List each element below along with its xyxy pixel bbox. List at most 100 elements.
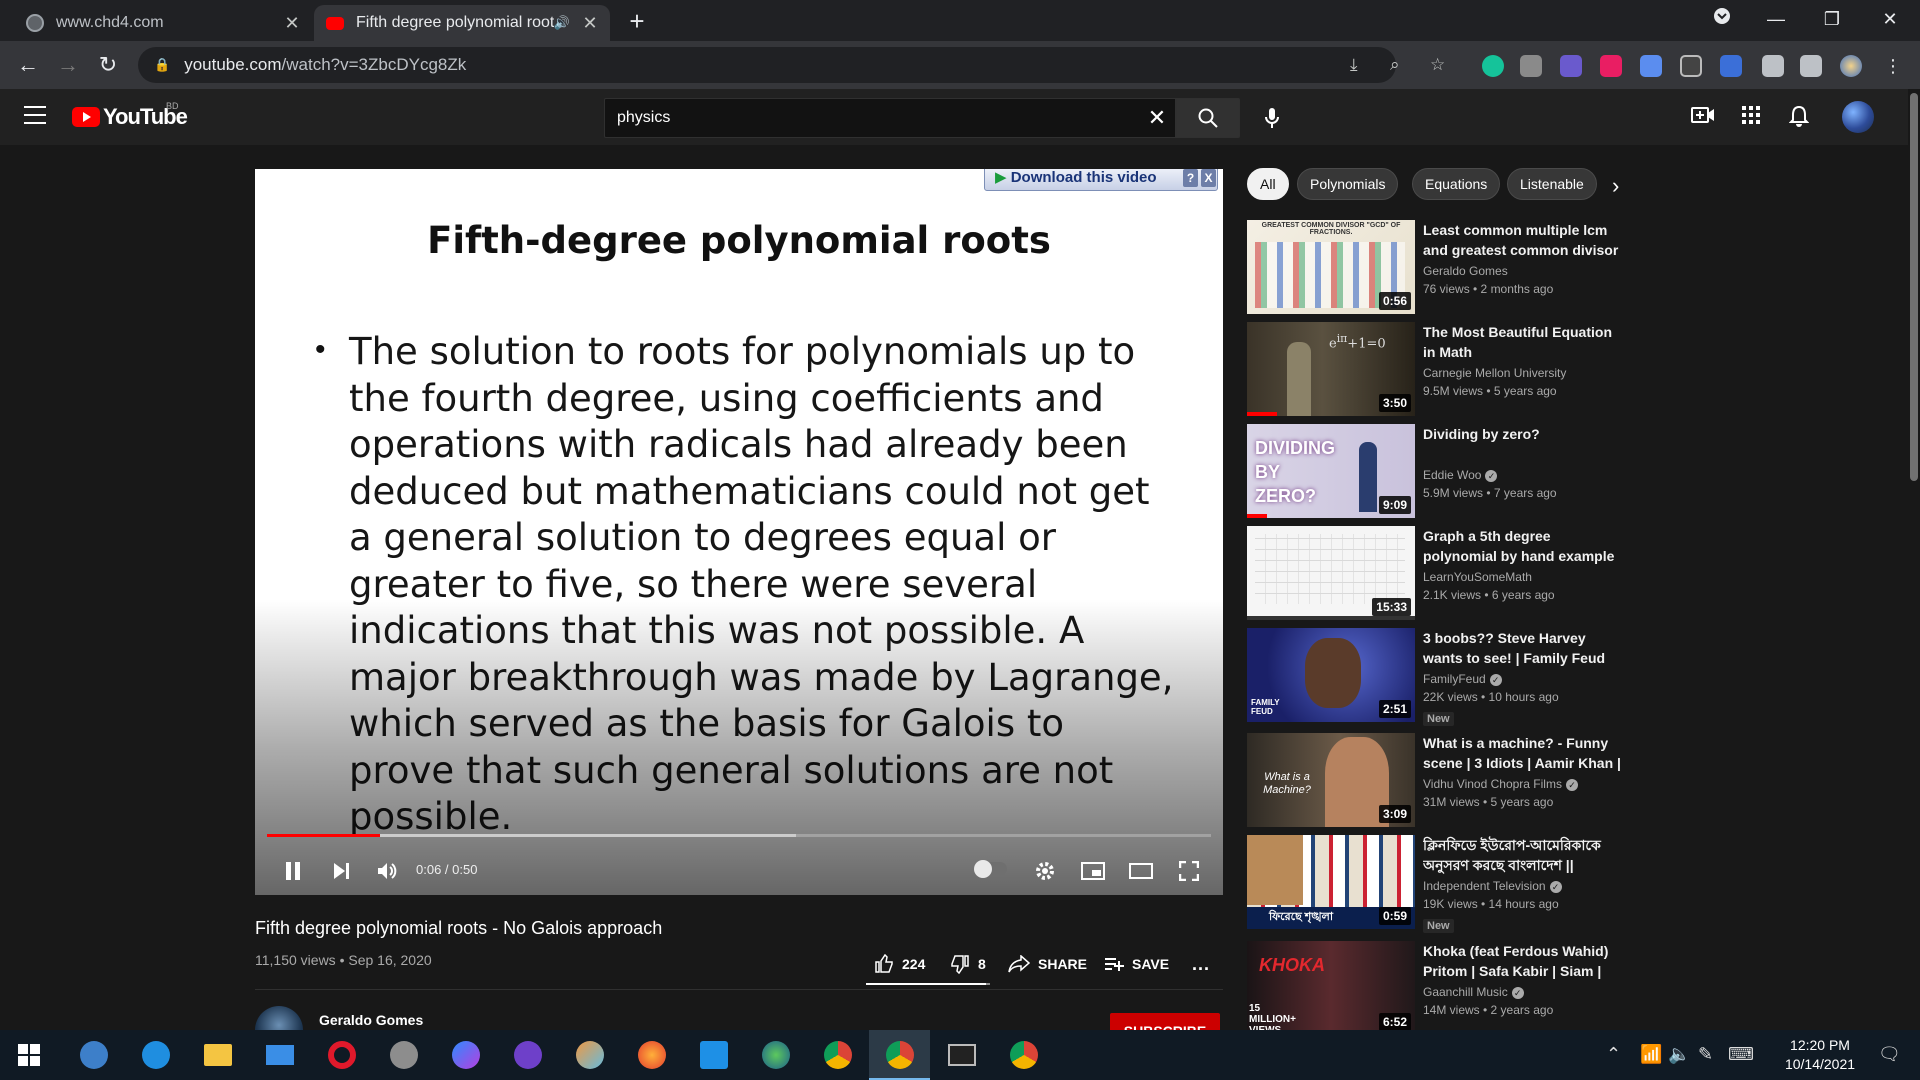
profile-avatar-icon[interactable] (1840, 55, 1862, 77)
rec-channel[interactable]: Vidhu Vinod Chopra Films ✓ (1423, 777, 1578, 791)
earth-app-taskbar-icon[interactable] (746, 1030, 806, 1080)
address-bar[interactable]: 🔒 youtube.com/watch?v=3ZbcDYcg8Zk ⤓ ⌕ ☆ (138, 47, 1445, 83)
rec-channel[interactable]: Independent Television ✓ (1423, 879, 1562, 893)
chrome-taskbar-icon[interactable] (870, 1030, 930, 1080)
rec-video-5[interactable]: FAMILY FEUD 2:51 3 boobs?? Steve Harvey … (1247, 628, 1627, 726)
video-thumbnail[interactable]: GREATEST COMMON DIVISOR "GCD" OF FRACTIO… (1247, 220, 1415, 314)
download-extension-icon[interactable] (1640, 55, 1662, 77)
start-button[interactable] (0, 1030, 60, 1080)
chrome-dev-taskbar-icon[interactable] (994, 1030, 1054, 1080)
fullscreen-button[interactable] (1171, 853, 1207, 889)
notifications-bell-icon[interactable] (1786, 105, 1812, 131)
rec-video-3[interactable]: DIVIDING BY ZERO? 9:09 Dividing by zero?… (1247, 424, 1627, 518)
miniplayer-button[interactable] (1075, 853, 1111, 889)
progress-bar[interactable] (267, 834, 1211, 837)
tab-search-icon[interactable] (1698, 0, 1746, 40)
rec-channel[interactable]: Gaanchill Music ✓ (1423, 985, 1524, 999)
minimize-icon[interactable]: — (1752, 0, 1800, 40)
tray-overflow-icon[interactable]: ⌃ (1606, 1044, 1621, 1065)
hamburger-menu-icon[interactable] (24, 106, 46, 124)
rec-channel[interactable]: Eddie Woo ✓ (1423, 468, 1498, 482)
new-tab-icon[interactable]: + (622, 6, 652, 37)
share-button[interactable]: SHARE (1008, 951, 1087, 977)
media-control-icon[interactable] (1800, 55, 1822, 77)
pen-extension-icon[interactable] (1720, 55, 1742, 77)
messenger-taskbar-icon[interactable] (436, 1030, 496, 1080)
browser-tab-youtube[interactable]: Fifth degree polynomial roots - No Galoi… (314, 5, 610, 41)
chip-polynomials[interactable]: Polynomials (1297, 168, 1399, 200)
keyboard-icon[interactable]: ⌨ (1728, 1044, 1754, 1065)
chevron-right-icon[interactable]: › (1612, 173, 1619, 199)
github-taskbar-icon[interactable] (498, 1030, 558, 1080)
youtube-logo-icon[interactable] (72, 107, 100, 127)
settings-button[interactable] (1027, 853, 1063, 889)
rec-video-7[interactable]: ফিরেছে শৃঙ্খলা 0:59 ক্লিনফিডে ইউরোপ-আমের… (1247, 835, 1627, 933)
create-video-icon[interactable] (1690, 105, 1716, 131)
scrollbar-thumb[interactable] (1910, 93, 1918, 481)
video-thumbnail[interactable]: ফিরেছে শৃঙ্খলা 0:59 (1247, 835, 1415, 929)
camera-extension-icon[interactable] (1520, 55, 1542, 77)
file-explorer-taskbar-icon[interactable] (188, 1030, 248, 1080)
rec-title[interactable]: What is a machine? - Funny scene | 3 Idi… (1423, 733, 1627, 773)
rec-channel[interactable]: LearnYouSomeMath (1423, 570, 1532, 584)
vscode-taskbar-icon[interactable] (684, 1030, 744, 1080)
zoom-icon[interactable]: ⌕ (1390, 55, 1400, 75)
pen-tray-icon[interactable]: ✎ (1698, 1044, 1713, 1065)
taskbar-clock[interactable]: 12:20 PM 10/14/2021 (1760, 1036, 1880, 1074)
close-tab-icon[interactable]: ✕ (280, 13, 304, 34)
video-thumbnail[interactable]: FAMILY FEUD 2:51 (1247, 628, 1415, 722)
rec-video-4[interactable]: 15:33 Graph a 5th degree polynomial by h… (1247, 526, 1627, 620)
like-button[interactable]: 224 (874, 951, 925, 977)
chrome-menu-icon[interactable]: ⋮ (1884, 55, 1902, 77)
rec-video-8[interactable]: KHOKA 15 MILLION+ VIEWS 6:52 Khoka (feat… (1247, 941, 1627, 1035)
chip-listenable[interactable]: Listenable (1507, 168, 1597, 200)
lock-icon[interactable]: 🔒 (154, 57, 170, 73)
rec-video-2[interactable]: eiπ+1=0 3:50 The Most Beautiful Equation… (1247, 322, 1627, 416)
reload-icon[interactable]: ↻ (92, 49, 124, 81)
rec-title[interactable]: ক্লিনফিডে ইউরোপ-আমেরিকাকে অনুসরণ করছে বা… (1423, 835, 1627, 875)
paint-taskbar-icon[interactable] (560, 1030, 620, 1080)
video-thumbnail[interactable]: KHOKA 15 MILLION+ VIEWS 6:52 (1247, 941, 1415, 1035)
video-player[interactable]: Fifth-degree polynomial roots • The solu… (255, 169, 1223, 895)
grammarly-extension-icon[interactable] (1482, 55, 1504, 77)
rec-video-6[interactable]: What is a Machine? 3:09 What is a machin… (1247, 733, 1627, 827)
voice-search-button[interactable] (1252, 98, 1292, 138)
user-avatar[interactable] (1842, 101, 1874, 133)
rec-title[interactable]: Khoka (feat Ferdous Wahid) Pritom | Safa… (1423, 941, 1627, 981)
edge-taskbar-icon[interactable] (126, 1030, 186, 1080)
video-thumbnail[interactable]: 15:33 (1247, 526, 1415, 620)
rec-title[interactable]: Dividing by zero? (1423, 424, 1627, 444)
rec-title[interactable]: 3 boobs?? Steve Harvey wants to see! | F… (1423, 628, 1627, 668)
apps-grid-icon[interactable] (1738, 105, 1764, 131)
puzzle-extensions-icon[interactable] (1762, 55, 1784, 77)
restore-icon[interactable]: ❐ (1808, 0, 1856, 40)
download-close-button[interactable]: X (1201, 169, 1216, 187)
volume-tray-icon[interactable]: 🔈 (1668, 1044, 1690, 1065)
chip-equations[interactable]: Equations (1412, 168, 1501, 200)
chrome-profile-taskbar-icon[interactable] (808, 1030, 868, 1080)
theater-mode-button[interactable] (1123, 853, 1159, 889)
install-app-icon[interactable]: ⤓ (1350, 55, 1358, 75)
network-icon[interactable]: 📶 (1640, 1044, 1662, 1065)
rec-title[interactable]: Least common multiple lcm and greatest c… (1423, 220, 1627, 260)
layers-extension-icon[interactable] (1560, 55, 1582, 77)
speaker-icon[interactable]: 🔊 (554, 15, 570, 31)
rec-channel[interactable]: Geraldo Gomes (1423, 264, 1508, 278)
dark-mode-extension-icon[interactable] (1680, 55, 1702, 77)
search-button[interactable] (1176, 98, 1240, 138)
mail-taskbar-icon[interactable] (250, 1030, 310, 1080)
channel-name[interactable]: Geraldo Gomes (319, 1012, 423, 1028)
clear-search-icon[interactable]: ✕ (1144, 105, 1170, 131)
close-tab-icon[interactable]: ✕ (578, 13, 602, 34)
qbittorrent-taskbar-icon[interactable] (64, 1030, 124, 1080)
dislike-button[interactable]: 8 (950, 951, 986, 977)
window-close-icon[interactable]: ✕ (1866, 0, 1914, 40)
video-thumbnail[interactable]: DIVIDING BY ZERO? 9:09 (1247, 424, 1415, 518)
terminal-taskbar-icon[interactable] (932, 1030, 992, 1080)
bookmark-star-icon[interactable]: ☆ (1430, 55, 1445, 75)
next-button[interactable] (323, 853, 359, 889)
rec-title[interactable]: The Most Beautiful Equation in Math (1423, 322, 1627, 362)
download-video-bar[interactable]: ▶ Download this video ? X (984, 169, 1218, 191)
page-scrollbar[interactable] (1908, 89, 1920, 1030)
back-icon[interactable]: ← (12, 49, 44, 81)
